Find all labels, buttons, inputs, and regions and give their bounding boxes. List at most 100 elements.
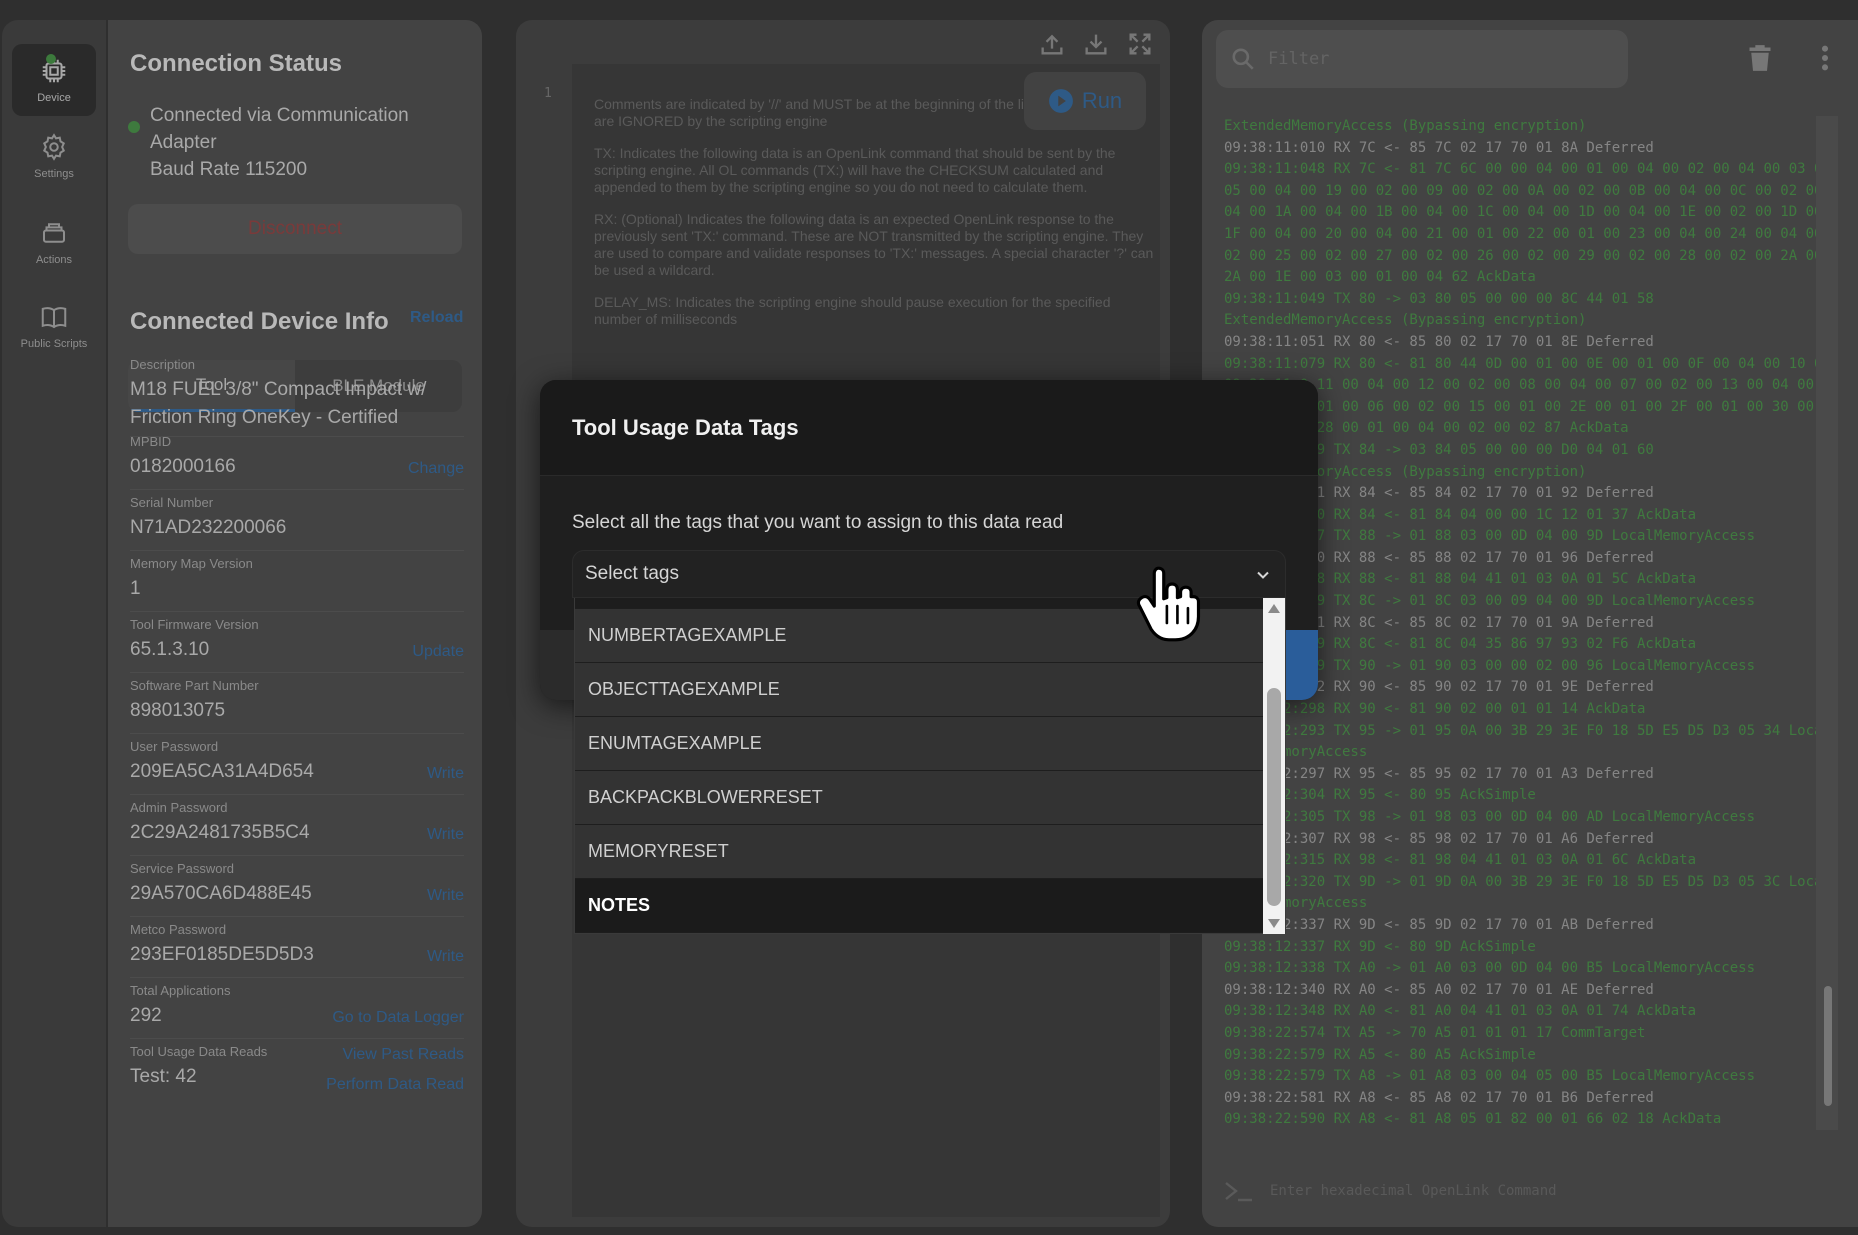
log-line: 09:38:12:293 TX 95 -> 01 95 0A 00 3B 29 … [1224, 722, 1816, 739]
field-metco-password: Metco Password 293EF0185DE5D5D3 Write [130, 922, 464, 978]
comment-paragraph: RX: (Optional) Indicates the following d… [594, 211, 1154, 278]
tag-option[interactable]: ENUMTAGEXAMPLE [575, 716, 1263, 770]
line-number: 1 [544, 86, 552, 101]
device-info-title: Connected Device Info [130, 308, 389, 335]
tags-options-list: NUMBERTAGEXAMPLE OBJECTTAGEXAMPLE ENUMTA… [575, 598, 1263, 932]
nav-public-scripts[interactable]: Public Scripts [12, 290, 96, 362]
log-line: 04 00 1A 00 04 00 1B 00 04 00 1C 00 04 0… [1224, 204, 1816, 221]
filter-input[interactable]: Filter [1216, 30, 1628, 88]
command-placeholder: Enter hexadecimal OpenLink Command [1270, 1183, 1557, 1199]
field-label: MPBID [130, 434, 172, 449]
nav-settings[interactable]: Settings [12, 120, 96, 192]
log-line: 09:38:12:307 RX 98 <- 85 98 02 17 70 01 … [1224, 830, 1654, 847]
gear-icon [42, 133, 66, 161]
log-line: 09:38:12:337 RX 9D <- 80 9D AckSimple [1224, 938, 1536, 955]
modal-title: Tool Usage Data Tags [540, 380, 1318, 476]
log-line: 02 00 25 00 02 00 27 00 02 00 26 00 02 0… [1224, 247, 1816, 264]
log-line: 09:38:12:340 RX A0 <- 85 A0 02 17 70 01 … [1224, 981, 1654, 998]
field-label: Total Applications [130, 983, 231, 998]
field-label: Metco Password [130, 922, 227, 937]
tag-option-highlighted[interactable]: NOTES [575, 878, 1263, 932]
field-total-applications: Total Applications 292 Go to Data Logger [130, 983, 464, 1039]
run-button[interactable]: Run [1024, 72, 1146, 130]
change-link[interactable]: Change [408, 454, 464, 484]
write-link[interactable]: Write [427, 759, 464, 789]
log-line: 05 00 04 00 19 00 02 00 09 00 02 00 0A 0… [1224, 182, 1816, 199]
log-line: LocalMemoryAccess [1224, 895, 1368, 912]
console-scrollbar[interactable] [1816, 116, 1838, 1130]
reload-link[interactable]: Reload [410, 309, 463, 327]
disconnect-button[interactable]: Disconnect [128, 204, 462, 254]
field-description: Description M18 FUEL 3/8" Compact Impact… [130, 357, 464, 437]
download-icon[interactable] [1082, 30, 1110, 58]
upload-icon[interactable] [1038, 30, 1066, 58]
run-label: Run [1081, 88, 1123, 113]
field-label: Tool Firmware Version [130, 617, 259, 632]
scroll-up-arrow-icon[interactable] [1268, 604, 1280, 613]
field-firmware-version: Tool Firmware Version 65.1.3.10 Update [130, 617, 464, 673]
log-line: 09:38:11:079 RX 80 <- 81 80 44 0D 00 01 … [1224, 355, 1816, 372]
log-line: 09:38:12:297 RX 95 <- 85 95 02 17 70 01 … [1224, 765, 1654, 782]
command-input[interactable]: Enter hexadecimal OpenLink Command [1224, 1180, 1557, 1202]
dropdown-scroll-thumb[interactable] [1267, 688, 1281, 906]
nav-device[interactable]: Device [12, 44, 96, 116]
write-link[interactable]: Write [427, 820, 464, 850]
log-line: 09:38:12:304 RX 95 <- 80 95 AckSimple [1224, 787, 1536, 804]
field-label: Service Password [130, 861, 235, 876]
search-icon [1232, 48, 1254, 70]
script-comment-block: Comments are indicated by '//' and MUST … [594, 96, 1154, 343]
modal-prompt: Select all the tags that you want to ass… [572, 512, 1064, 533]
connection-status-line: Connected via Communication Adapter [150, 105, 409, 153]
chevron-down-icon [1257, 571, 1269, 579]
log-line: 09:38:22:581 RX A8 <- 85 A8 02 17 70 01 … [1224, 1089, 1654, 1106]
fullscreen-icon[interactable] [1126, 30, 1154, 58]
field-value: 29A570CA6D488E45 [130, 883, 312, 904]
book-icon [41, 307, 67, 329]
field-value: 293EF0185DE5D5D3 [130, 944, 314, 965]
editor-toolbar [1038, 30, 1154, 58]
field-label: Admin Password [130, 800, 228, 815]
tag-option[interactable]: BACKPACKBLOWERRESET [575, 770, 1263, 824]
write-link[interactable]: Write [427, 942, 464, 972]
log-line: LocalMemoryAccess [1224, 744, 1368, 761]
field-value: M18 FUEL 3/8" Compact Impact w/ Friction… [130, 379, 427, 428]
more-options-icon[interactable] [1820, 44, 1830, 72]
write-link[interactable]: Write [427, 881, 464, 911]
log-line: 09:38:22:579 RX A5 <- 80 A5 AckSimple [1224, 1046, 1536, 1063]
nav-device-label: Device [37, 92, 71, 104]
field-label: Memory Map Version [130, 556, 253, 571]
tag-option[interactable]: OBJECTTAGEXAMPLE [575, 662, 1263, 716]
hand-pointer-cursor-icon [1136, 566, 1201, 642]
scroll-down-arrow-icon[interactable] [1268, 919, 1280, 928]
modal-confirm-button[interactable] [1282, 630, 1318, 700]
field-memory-map-version: Memory Map Version 1 [130, 556, 464, 612]
filter-placeholder: Filter [1268, 49, 1330, 69]
view-past-reads-link[interactable]: View Past Reads [342, 1040, 464, 1070]
nav-actions[interactable]: Actions [12, 206, 96, 278]
log-line: 09:38:11:051 RX 80 <- 85 80 02 17 70 01 … [1224, 333, 1654, 350]
field-label: Serial Number [130, 495, 214, 510]
field-value: 2C29A2481735B5C4 [130, 822, 310, 843]
field-user-password: User Password 209EA5CA31A4D654 Write [130, 739, 464, 795]
go-to-data-logger-link[interactable]: Go to Data Logger [332, 1003, 464, 1033]
log-line: 09:38:12:305 TX 98 -> 01 98 03 00 0D 04 … [1224, 809, 1756, 825]
left-nav-rail: Device Settings Actions Public Scripts [2, 20, 106, 1227]
modal-cancel-button[interactable] [540, 630, 576, 700]
tag-option[interactable]: MEMORYRESET [575, 824, 1263, 878]
field-label: Description [130, 357, 196, 372]
connection-status-text: Connected via Communication Adapter Baud… [150, 102, 450, 183]
trash-icon[interactable] [1748, 44, 1772, 72]
field-admin-password: Admin Password 2C29A2481735B5C4 Write [130, 800, 464, 856]
nav-actions-label: Actions [35, 254, 73, 266]
log-line: 09:38:22:579 TX A8 -> 01 A8 03 00 04 05 … [1224, 1068, 1756, 1085]
field-value: 209EA5CA31A4D654 [130, 761, 314, 782]
terminal-prompt-icon [1225, 1182, 1252, 1202]
log-line: 1F 00 04 00 20 00 04 00 21 00 01 00 22 0… [1224, 225, 1816, 242]
perform-data-read-link[interactable]: Perform Data Read [326, 1070, 464, 1100]
field-software-part-number: Software Part Number 898013075 [130, 678, 464, 734]
dropdown-scrollbar[interactable] [1263, 598, 1285, 934]
field-service-password: Service Password 29A570CA6D488E45 Write [130, 861, 464, 917]
field-mpbid: MPBID 0182000166 Change [130, 434, 464, 490]
update-link[interactable]: Update [412, 637, 464, 667]
scroll-thumb[interactable] [1824, 986, 1832, 1106]
